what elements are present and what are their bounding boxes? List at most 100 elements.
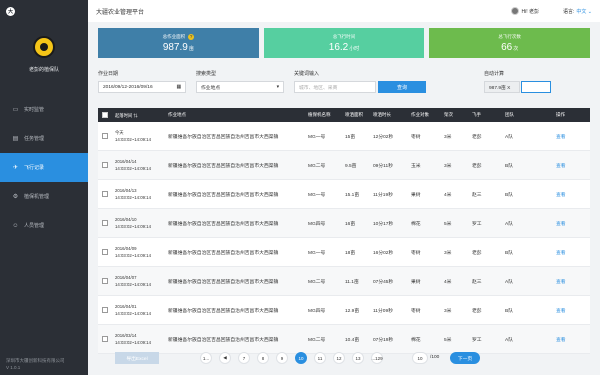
sidebar-item-4[interactable]: ☺ 人员管理 <box>0 211 88 240</box>
team-brand: 老彭的植保队 <box>0 36 88 73</box>
stat-unit: 小时 <box>349 45 360 52</box>
app-logo-icon[interactable]: 大 <box>6 6 15 16</box>
cell-pilot: 老彭 <box>472 250 482 256</box>
sidebar: 大 老彭的植保队 ▭ 实时监管 ▤ 任务管理 ✈ 飞行记录 ⚙ 植保机管理 ☺ 人员管理 深圳市大… <box>0 0 88 375</box>
page-button[interactable]: ...129 <box>371 352 383 364</box>
stat-label: 总飞行次数 <box>498 33 521 39</box>
auto-calc-value[interactable]: 987.9亩 X <box>484 81 520 93</box>
view-link[interactable]: 查看 <box>553 133 590 140</box>
cell-object: 玉米 <box>411 163 421 169</box>
cell-area: 12.9亩 <box>345 308 360 314</box>
language-switcher[interactable]: 语言: 中文 ⌄ <box>563 8 592 15</box>
calendar-icon: ▦ <box>176 84 181 90</box>
page-number-input[interactable]: 10 <box>412 352 428 364</box>
query-button[interactable]: 查询 <box>378 81 426 93</box>
col-time[interactable]: 起落时间 ⇅ <box>112 112 165 119</box>
row-checkbox[interactable] <box>98 162 112 168</box>
sidebar-item-label: 实时监管 <box>24 107 45 113</box>
page-button[interactable]: 13 <box>352 352 364 364</box>
cell-pilot: 罗工 <box>472 221 482 227</box>
col-area: 喷洒面积 <box>345 112 363 117</box>
row-checkbox[interactable] <box>98 133 112 139</box>
table-row[interactable]: 2016/04/07 14:03:02~14:09:14 新疆维吾尔族自治区吉昌回族… <box>98 267 590 296</box>
cell-object: 果树 <box>411 279 421 285</box>
help-icon[interactable]: ? <box>188 33 195 40</box>
col-team: 团队 <box>505 112 514 117</box>
page-button[interactable]: 10 <box>295 352 307 364</box>
col-object: 作业对象 <box>411 112 429 117</box>
cell-count: 5米 <box>444 337 452 343</box>
export-excel-button[interactable]: 导出Excel <box>115 352 159 364</box>
page-button[interactable]: 1... <box>200 352 212 364</box>
page-button[interactable]: 11 <box>314 352 326 364</box>
row-checkbox[interactable] <box>98 336 112 342</box>
sidebar-item-3[interactable]: ⚙ 植保机管理 <box>0 182 88 211</box>
date-range-input[interactable]: 2016/09/12-2016/09/16 ▦ <box>98 81 186 93</box>
table-row[interactable]: 2016/04/09 14:03:02~14:09:14 新疆维吾尔族自治区吉昌回族… <box>98 238 590 267</box>
cell-place: 新疆维吾尔族自治区吉昌回族自治州吉昌市大西渠镇 <box>168 308 279 314</box>
auto-calc-input[interactable] <box>521 81 551 93</box>
page-button[interactable]: 7 <box>238 352 250 364</box>
view-link[interactable]: 查看 <box>553 278 590 285</box>
people-icon: ☺ <box>12 222 19 229</box>
page-button[interactable]: 8 <box>257 352 269 364</box>
sidebar-item-2[interactable]: ✈ 飞行记录 <box>0 153 88 182</box>
view-link[interactable]: 查看 <box>553 307 590 314</box>
table-row[interactable]: 2016/03/14 14:03:02~14:09:14 新疆维吾尔族自治区吉昌回族… <box>98 325 590 354</box>
cell-team: A队 <box>505 337 513 343</box>
view-link[interactable]: 查看 <box>553 220 590 227</box>
sidebar-item-1[interactable]: ▤ 任务管理 <box>0 124 88 153</box>
avatar[interactable] <box>510 7 519 15</box>
user-greeting[interactable]: Hi! 老彭 <box>522 8 540 15</box>
cell-area: 15亩 <box>345 134 356 140</box>
page-button[interactable]: 9 <box>276 352 288 364</box>
sidebar-top: 大 <box>0 0 88 22</box>
cell-pilot: 赵三 <box>472 279 482 285</box>
cell-pilot: 老彭 <box>472 308 482 314</box>
row-checkbox[interactable] <box>98 220 112 226</box>
cell-device: MG一号 <box>308 134 326 140</box>
cell-time: 2016/04/13 14:03:02~14:09:14 <box>115 188 151 200</box>
row-checkbox[interactable] <box>98 249 112 255</box>
row-checkbox[interactable] <box>98 191 112 197</box>
table-row[interactable]: 2016/04/14 14:03:02~14:09:14 新疆维吾尔族自治区吉昌回族… <box>98 151 590 180</box>
keyword-input[interactable]: 城市、地区、采商 <box>294 81 376 93</box>
stat-card: 总作业面积? 987.9亩 <box>98 28 259 58</box>
stat-unit: 次 <box>513 45 519 52</box>
table-row[interactable]: 今天 14:03:02~14:09:14 新疆维吾尔族自治区吉昌回族自治州吉昌市大西… <box>98 122 590 151</box>
language-select[interactable]: 中文 ⌄ <box>576 9 592 15</box>
cell-duration: 09分11秒 <box>373 163 393 169</box>
table-row[interactable]: 2016/04/13 14:03:02~14:09:14 新疆维吾尔族自治区吉昌回族… <box>98 180 590 209</box>
view-link[interactable]: 查看 <box>553 249 590 256</box>
table-row[interactable]: 2016/04/01 14:03:02~14:09:14 新疆维吾尔族自治区吉昌回族… <box>98 296 590 325</box>
search-type-select[interactable]: 作业地点 ▾ <box>196 81 284 93</box>
cell-place: 新疆维吾尔族自治区吉昌回族自治州吉昌市大西渠镇 <box>168 134 279 140</box>
cell-duration: 10分17秒 <box>373 221 394 227</box>
col-operation: 操作 <box>556 112 565 117</box>
sidebar-item-label: 飞行记录 <box>24 165 45 171</box>
sidebar-item-label: 植保机管理 <box>24 194 50 200</box>
stat-card: 总飞行次数 66次 <box>429 28 591 58</box>
page-button[interactable]: 12 <box>333 352 345 364</box>
cell-object: 枣树 <box>411 134 421 140</box>
sidebar-item-0[interactable]: ▭ 实时监管 <box>0 95 88 124</box>
cell-count: 3米 <box>444 308 452 314</box>
cell-time: 2016/04/07 14:03:02~14:09:14 <box>115 275 151 287</box>
view-link[interactable]: 查看 <box>553 162 590 169</box>
select-all-checkbox[interactable] <box>98 112 112 118</box>
row-checkbox[interactable] <box>98 278 112 284</box>
cell-count: 4米 <box>444 192 452 198</box>
table-row[interactable]: 2016/04/10 14:03:02~14:09:14 新疆维吾尔族自治区吉昌回族… <box>98 209 590 238</box>
row-checkbox[interactable] <box>98 307 112 313</box>
cell-place: 新疆维吾尔族自治区吉昌回族自治州吉昌市大西渠镇 <box>168 221 279 227</box>
auto-calc-label: 自动计算 <box>484 71 505 77</box>
cell-time: 2016/04/10 14:03:02~14:09:14 <box>115 217 151 229</box>
next-page-button[interactable]: 下一页 <box>450 352 480 364</box>
cell-pilot: 老彭 <box>472 163 482 169</box>
view-link[interactable]: 查看 <box>553 336 590 343</box>
company-name: 深圳市大疆创新科技有限公司 <box>6 358 65 363</box>
view-link[interactable]: 查看 <box>553 191 590 198</box>
cell-team: A队 <box>505 134 513 140</box>
prev-page-icon[interactable]: ◀ <box>219 352 231 364</box>
cell-area: 18亩 <box>345 250 356 256</box>
